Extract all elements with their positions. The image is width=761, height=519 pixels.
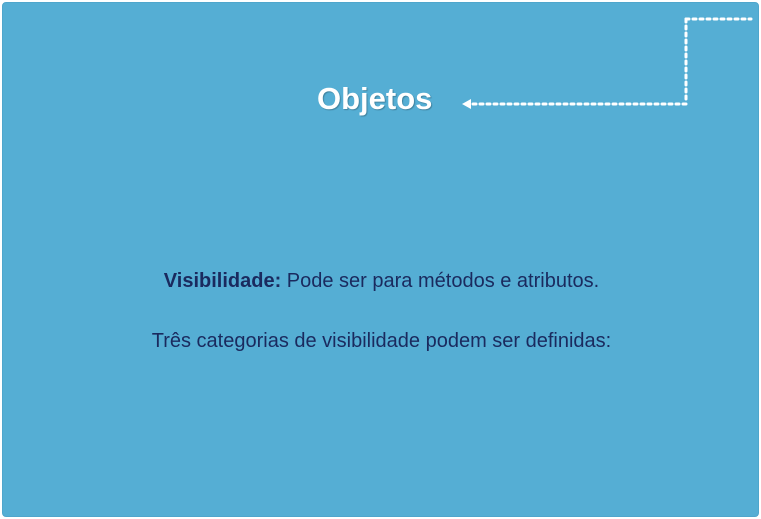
visibility-text: Pode ser para métodos e atributos. [281,270,600,292]
categories-line: Três categorias de visibilidade podem se… [3,330,760,353]
page-title: Objetos [317,81,433,116]
slide-panel: Objetos Visibilidade: Pode ser para méto… [2,2,759,517]
visibility-label: Visibilidade: [163,270,282,292]
categories-text: Três categorias de visibilidade podem se… [151,330,612,352]
visibility-line: Visibilidade: Pode ser para métodos e at… [3,270,760,293]
